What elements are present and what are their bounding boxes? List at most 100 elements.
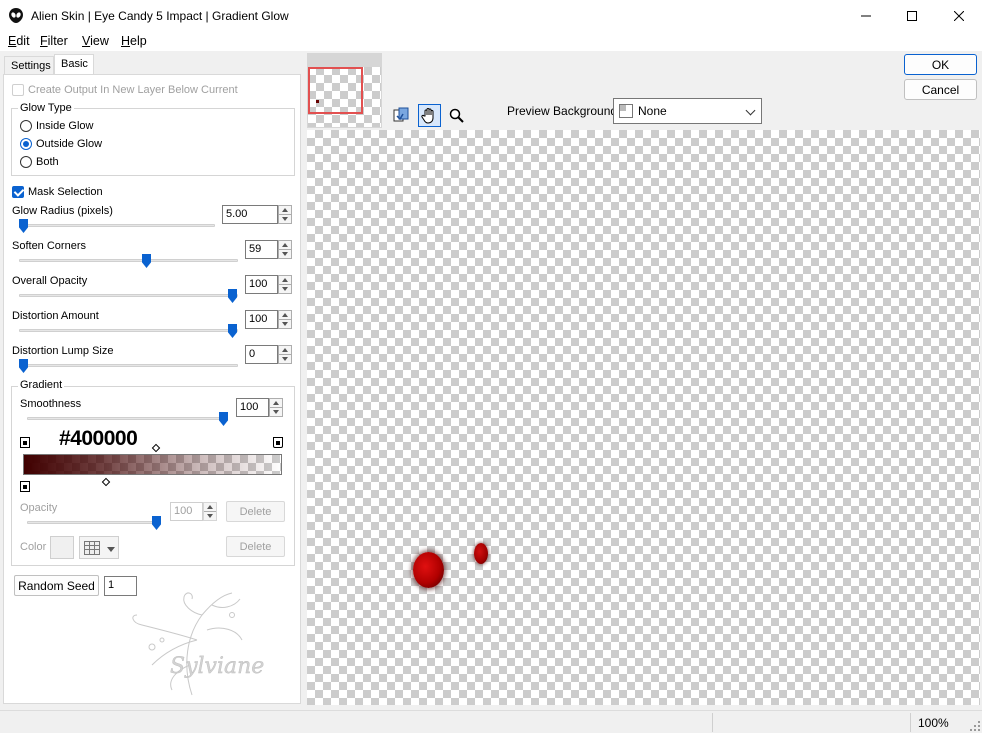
preview-canvas[interactable] (307, 130, 980, 705)
ok-button[interactable]: OK (904, 54, 977, 75)
hand-tool[interactable] (418, 104, 441, 127)
gradient-opacity-input[interactable]: 100 (170, 502, 203, 521)
smoothness-label: Smoothness (20, 398, 82, 410)
smoothness-spinner[interactable] (269, 398, 283, 417)
soften-corners-spinner[interactable] (278, 240, 292, 259)
maximize-icon (907, 10, 917, 21)
navigator-view-rect[interactable] (308, 67, 363, 114)
gradient-color-hex: #400000 (59, 427, 138, 450)
glow-type-title: Glow Type (18, 102, 74, 114)
color-stop-left[interactable] (20, 481, 30, 492)
glow-radius-spinner[interactable] (278, 205, 292, 224)
hand-icon (421, 108, 434, 124)
glow-object-large (413, 552, 444, 588)
gradient-opacity-label: Opacity (20, 502, 58, 514)
mask-selection-checkbox[interactable] (12, 186, 24, 198)
color-picker-button[interactable] (79, 536, 119, 559)
alien-skin-app-icon (9, 8, 23, 23)
menu-help[interactable]: Help (121, 34, 147, 48)
navigator-dot (316, 100, 319, 103)
create-output-label: Create Output In New Layer Below Current (28, 84, 238, 96)
tab-basic[interactable]: Basic (54, 54, 94, 75)
gradient-bar[interactable] (23, 454, 282, 475)
distortion-lump-size-input[interactable]: 0 (245, 345, 278, 364)
soften-corners-slider[interactable] (19, 259, 238, 262)
title-bar: Alien Skin | Eye Candy 5 Impact | Gradie… (0, 0, 982, 31)
opacity-stop-left[interactable] (20, 437, 30, 448)
gradient-opacity-spinner[interactable] (203, 502, 217, 521)
soften-corners-label: Soften Corners (12, 240, 86, 252)
menu-help-rest: elp (130, 34, 147, 48)
preview-background-label: Preview Background: (507, 104, 621, 118)
menu-view-key: V (82, 34, 91, 48)
both-label: Both (36, 156, 59, 168)
opacity-stop-right[interactable] (273, 437, 283, 448)
gradient-color-label: Color (20, 541, 47, 553)
outside-glow-radio[interactable] (20, 138, 32, 150)
outside-glow-label: Outside Glow (36, 138, 103, 150)
glow-object-small (474, 543, 488, 564)
gradient-title: Gradient (18, 379, 65, 391)
color-swatch[interactable] (50, 536, 74, 559)
status-separator (712, 713, 713, 732)
preview-background-swatch (619, 104, 633, 118)
dropdown-arrow-icon (107, 547, 115, 552)
status-bar: 100% (0, 710, 982, 733)
menu-help-key: H (121, 34, 131, 48)
signature-text: Sylviane (170, 654, 264, 679)
maximize-button[interactable] (889, 0, 935, 31)
status-separator (910, 713, 911, 732)
menu-view-rest: iew (90, 34, 109, 48)
menu-filter-rest: ilter (47, 34, 68, 48)
distortion-amount-label: Distortion Amount (12, 310, 99, 322)
menu-filter[interactable]: Filter (40, 34, 68, 48)
overall-opacity-input[interactable]: 100 (245, 275, 278, 294)
glow-radius-slider[interactable] (19, 224, 215, 227)
minimize-icon (861, 15, 871, 16)
zoom-tool[interactable] (445, 104, 468, 127)
distortion-amount-spinner[interactable] (278, 310, 292, 329)
magnifier-icon (449, 108, 464, 123)
smoothness-slider[interactable] (27, 417, 228, 420)
menu-filter-key: F (40, 34, 48, 48)
distortion-amount-input[interactable]: 100 (245, 310, 278, 329)
smoothness-input[interactable]: 100 (236, 398, 269, 417)
delete-color-stop-button[interactable]: Delete (226, 536, 285, 557)
tab-settings[interactable]: Settings (4, 56, 54, 75)
create-output-checkbox[interactable] (12, 84, 24, 96)
mask-selection-label: Mask Selection (28, 186, 103, 198)
gradient-opacity-slider[interactable] (27, 521, 160, 524)
menu-bar: Edit Filter View Help (0, 31, 982, 51)
preview-background-value: None (638, 104, 667, 118)
sylviane-signature-watermark: Sylviane (132, 592, 265, 696)
distortion-lump-size-spinner[interactable] (278, 345, 292, 364)
distortion-amount-slider[interactable] (19, 329, 238, 332)
minimize-button[interactable] (843, 0, 889, 31)
preview-compare-icon (393, 107, 409, 122)
toggle-preview-tool[interactable] (390, 104, 413, 127)
overall-opacity-slider[interactable] (19, 294, 238, 297)
random-seed-button[interactable]: Random Seed (14, 575, 99, 596)
chevron-down-icon (745, 105, 756, 116)
menu-view[interactable]: View (82, 34, 109, 48)
delete-opacity-stop-button[interactable]: Delete (226, 501, 285, 522)
preview-background-select[interactable]: None (613, 98, 762, 124)
inside-glow-label: Inside Glow (36, 120, 94, 132)
menu-edit[interactable]: Edit (8, 34, 30, 48)
resize-grip-icon[interactable] (970, 721, 980, 731)
cancel-button[interactable]: Cancel (904, 79, 977, 100)
inside-glow-radio[interactable] (20, 120, 32, 132)
distortion-lump-size-slider[interactable] (19, 364, 238, 367)
glow-radius-label: Glow Radius (pixels) (12, 205, 113, 217)
window-title: Alien Skin | Eye Candy 5 Impact | Gradie… (31, 9, 289, 23)
close-button[interactable] (936, 0, 982, 31)
both-radio[interactable] (20, 156, 32, 168)
glow-radius-input[interactable]: 5.00 (222, 205, 278, 224)
overall-opacity-spinner[interactable] (278, 275, 292, 294)
zoom-level: 100% (918, 716, 949, 730)
color-grid-icon (84, 541, 100, 555)
soften-corners-input[interactable]: 59 (245, 240, 278, 259)
close-icon (954, 10, 964, 21)
menu-edit-rest: dit (16, 34, 30, 48)
distortion-lump-size-label: Distortion Lump Size (12, 345, 114, 357)
